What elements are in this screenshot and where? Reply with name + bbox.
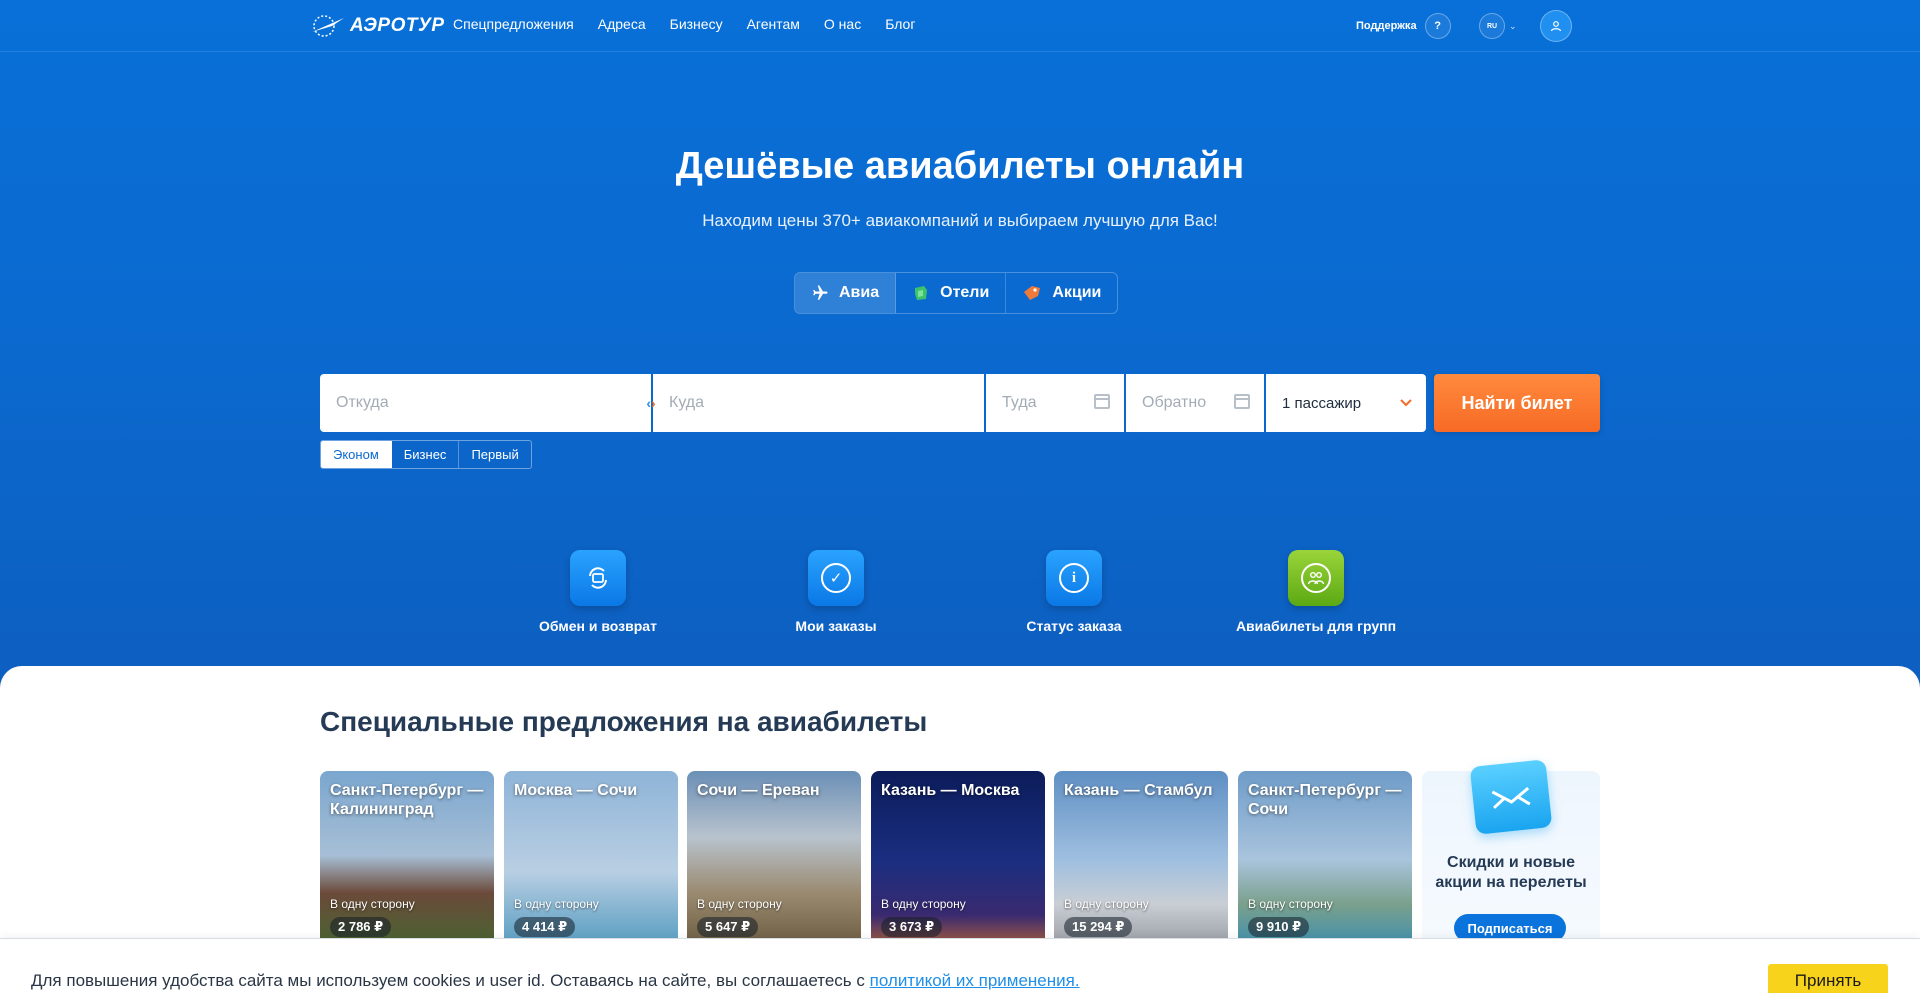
page-subtitle: Находим цены 370+ авиакомпаний и выбирае… xyxy=(702,211,1218,230)
class-economy[interactable]: Эконом xyxy=(321,441,392,468)
envelope-icon xyxy=(1469,759,1553,835)
service-label: Обмен и возврат xyxy=(539,618,657,634)
class-first[interactable]: Первый xyxy=(459,441,530,468)
product-tabs: Авиа Отели Акции xyxy=(794,272,1119,314)
offers-title: Специальные предложения на авиабилеты xyxy=(320,706,928,737)
logo-plane-icon xyxy=(312,15,344,37)
to-field[interactable] xyxy=(653,374,984,432)
offer-price: 3 673 ₽ xyxy=(881,917,943,937)
tab-label: Акции xyxy=(1052,284,1102,301)
account-button[interactable] xyxy=(1540,10,1572,42)
cookie-banner: Для повышения удобства сайта мы использу… xyxy=(0,938,1920,993)
accept-cookies-button[interactable]: Принять xyxy=(1768,964,1888,993)
offer-route: Санкт-Петербург — Калининград xyxy=(330,782,484,818)
offer-price: 2 786 ₽ xyxy=(330,917,392,937)
site-logo[interactable]: АЭРОТУР xyxy=(310,12,445,40)
from-field[interactable]: ‹› xyxy=(320,374,656,432)
nav-about[interactable]: О нас xyxy=(824,16,861,32)
support-link[interactable]: Поддержка ? xyxy=(1356,13,1451,39)
offer-trip-type: В одну сторону xyxy=(1064,897,1149,911)
language-code: RU xyxy=(1479,13,1505,39)
service-label: Статус заказа xyxy=(1026,618,1122,634)
chevron-down-icon xyxy=(1400,399,1412,407)
cookie-message: Для повышения удобства сайта мы использу… xyxy=(31,971,870,990)
flight-search-form: ‹› Туда Обратно 1 пассажир Найти билет xyxy=(320,374,1600,432)
promo-text: Скидки и новые акции на перелеты xyxy=(1435,854,1587,891)
user-icon xyxy=(1550,21,1562,32)
find-ticket-button[interactable]: Найти билет xyxy=(1434,374,1600,432)
service-label: Авиабилеты для групп xyxy=(1235,618,1397,634)
logo-text: АЭРОТУР xyxy=(350,15,445,36)
passengers-value: 1 пассажир xyxy=(1282,394,1362,412)
offer-trip-type: В одну сторону xyxy=(881,897,966,911)
offer-trip-type: В одну сторону xyxy=(330,897,415,911)
quick-services: Обмен и возврат ✓ Мои заказы i Статус за… xyxy=(0,550,1920,640)
offer-price: 4 414 ₽ xyxy=(514,917,576,937)
offer-price: 15 294 ₽ xyxy=(1064,917,1133,937)
cookie-policy-link[interactable]: политикой их применения. xyxy=(870,971,1080,990)
service-group-tickets[interactable]: Авиабилеты для групп xyxy=(1216,550,1416,634)
language-switcher[interactable]: RU ⌄ xyxy=(1479,13,1517,39)
hero-section: АЭРОТУР Спецпредложения Адреса Бизнесу А… xyxy=(0,0,1920,690)
nav-blog[interactable]: Блог xyxy=(885,16,915,32)
class-business[interactable]: Бизнес xyxy=(392,441,460,468)
plane-icon xyxy=(813,285,828,300)
nav-addresses[interactable]: Адреса xyxy=(598,16,646,32)
service-label: Мои заказы xyxy=(795,618,877,634)
swap-icon[interactable]: ‹ › xyxy=(637,390,665,416)
offer-route: Казань — Москва xyxy=(881,782,1020,799)
offer-route: Казань — Стамбул xyxy=(1064,782,1213,799)
depart-date-field[interactable]: Туда xyxy=(986,374,1124,432)
from-input[interactable] xyxy=(336,394,588,412)
support-label: Поддержка xyxy=(1356,20,1417,32)
offer-route: Москва — Сочи xyxy=(514,782,638,799)
offer-price: 9 910 ₽ xyxy=(1248,917,1310,937)
hotel-icon xyxy=(915,286,928,300)
calendar-icon xyxy=(1234,394,1250,409)
service-order-status[interactable]: i Статус заказа xyxy=(974,550,1174,634)
passengers-select[interactable]: 1 пассажир xyxy=(1266,374,1426,432)
return-date-field[interactable]: Обратно xyxy=(1126,374,1264,432)
tag-icon xyxy=(1024,286,1041,300)
help-icon[interactable]: ? xyxy=(1424,13,1451,39)
calendar-icon xyxy=(1094,394,1110,409)
check-icon: ✓ xyxy=(808,550,864,606)
main-nav: Спецпредложения Адреса Бизнесу Агентам О… xyxy=(453,16,915,32)
tab-promotions[interactable]: Акции xyxy=(1006,273,1117,313)
group-icon xyxy=(1288,550,1344,606)
tab-label: Авиа xyxy=(839,284,880,301)
return-date-placeholder: Обратно xyxy=(1142,394,1207,411)
nav-business[interactable]: Бизнесу xyxy=(670,16,723,32)
service-exchange-refund[interactable]: Обмен и возврат xyxy=(498,550,698,634)
tab-label: Отели xyxy=(940,284,990,301)
top-navigation: АЭРОТУР Спецпредложения Адреса Бизнесу А… xyxy=(0,0,1920,52)
tab-hotels[interactable]: Отели xyxy=(896,273,1007,313)
tab-avia[interactable]: Авиа xyxy=(795,273,897,313)
offer-trip-type: В одну сторону xyxy=(697,897,782,911)
to-input[interactable] xyxy=(669,394,921,412)
cabin-class-selector: Эконом Бизнес Первый xyxy=(320,440,532,469)
depart-date-placeholder: Туда xyxy=(1002,394,1037,411)
service-my-orders[interactable]: ✓ Мои заказы xyxy=(736,550,936,634)
nav-special-offers[interactable]: Спецпредложения xyxy=(453,16,574,32)
nav-agents[interactable]: Агентам xyxy=(747,16,800,32)
offer-price: 5 647 ₽ xyxy=(697,917,759,937)
chevron-down-icon: ⌄ xyxy=(1509,20,1517,31)
offer-route: Сочи — Ереван xyxy=(697,782,820,799)
info-icon: i xyxy=(1046,550,1102,606)
page-title: Дешёвые авиабилеты онлайн xyxy=(675,145,1245,187)
cookie-text: Для повышения удобства сайта мы использу… xyxy=(31,971,1080,991)
offer-trip-type: В одну сторону xyxy=(1248,897,1333,911)
offer-trip-type: В одну сторону xyxy=(514,897,599,911)
exchange-icon xyxy=(570,550,626,606)
offer-route: Санкт-Петербург — Сочи xyxy=(1248,782,1402,818)
